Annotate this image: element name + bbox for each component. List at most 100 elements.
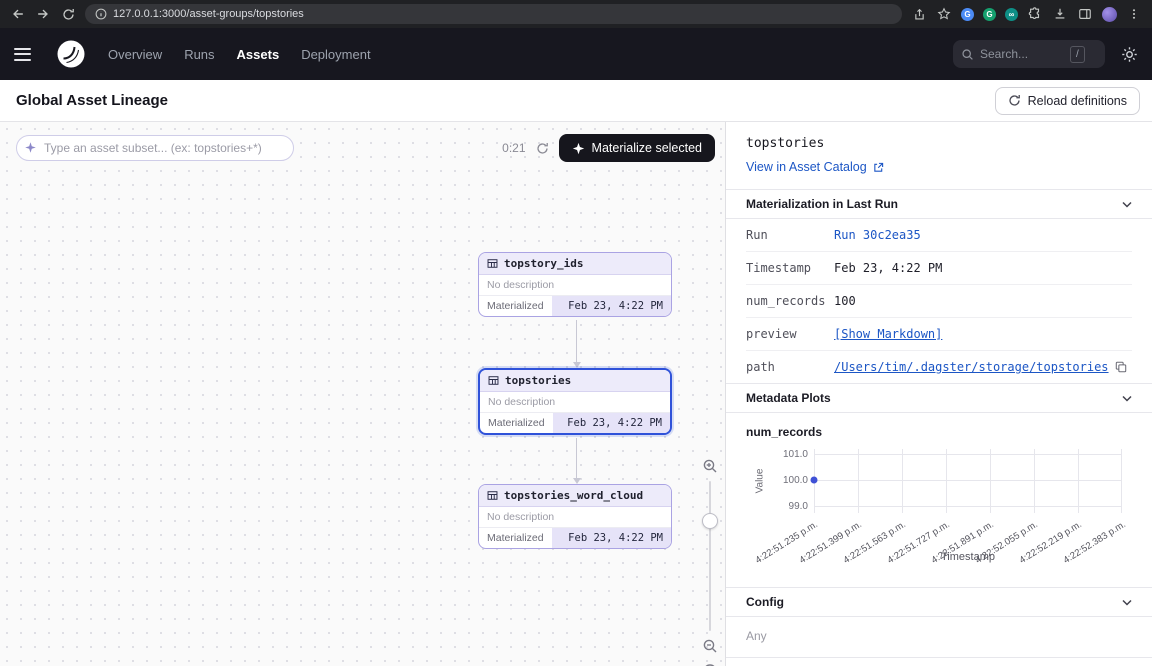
- zoom-in-icon[interactable]: [702, 458, 718, 474]
- site-info-icon[interactable]: [95, 8, 107, 20]
- asset-graph-canvas[interactable]: 0:21 Materialize selected topsto: [0, 122, 725, 666]
- bookmark-star-icon[interactable]: [936, 6, 952, 22]
- asset-node-topstories-word-cloud[interactable]: topstories_word_cloud No description Mat…: [478, 484, 672, 549]
- reload-definitions-button[interactable]: Reload definitions: [995, 87, 1140, 115]
- section-title: Metadata Plots: [746, 391, 831, 405]
- run-link[interactable]: Run 30c2ea35: [834, 228, 921, 242]
- asset-subset-input[interactable]: [16, 135, 294, 161]
- materialized-label: Materialized: [479, 296, 552, 316]
- asset-description: No description: [479, 507, 671, 527]
- data-point[interactable]: [811, 477, 818, 484]
- nav-item-overview[interactable]: Overview: [108, 47, 162, 62]
- edge-arrow: [572, 438, 581, 484]
- address-bar[interactable]: 127.0.0.1:3000/asset-groups/topstories: [85, 4, 902, 24]
- y-tick-label: 101.0: [764, 449, 808, 460]
- metadata-key: num_records: [746, 294, 834, 308]
- hamburger-menu-icon[interactable]: [14, 41, 40, 67]
- y-tick-label: 99.0: [764, 501, 808, 512]
- asset-name: topstories: [505, 374, 571, 387]
- materialize-star-icon: [572, 142, 585, 155]
- view-in-asset-catalog-link[interactable]: View in Asset Catalog: [746, 160, 884, 174]
- settings-gear-icon[interactable]: [1121, 46, 1138, 63]
- table-row: num_records 100: [746, 285, 1132, 318]
- asset-name: topstory_ids: [504, 257, 583, 270]
- table-row: Run Run 30c2ea35: [746, 219, 1132, 252]
- page-title: Global Asset Lineage: [16, 92, 168, 109]
- metadata-key: path: [746, 360, 834, 374]
- dagster-logo[interactable]: [56, 39, 86, 69]
- asset-node-header: topstories_word_cloud: [479, 485, 671, 507]
- materialize-selected-button[interactable]: Materialize selected: [559, 134, 715, 162]
- browser-chrome: 127.0.0.1:3000/asset-groups/topstories G…: [0, 0, 1152, 28]
- nav-item-assets[interactable]: Assets: [237, 47, 280, 62]
- table-icon: [487, 490, 498, 501]
- materialized-timestamp: Feb 23, 4:22 PM: [552, 528, 671, 548]
- download-icon[interactable]: [1052, 6, 1068, 22]
- materialized-label: Materialized: [479, 528, 552, 548]
- nav-item-deployment[interactable]: Deployment: [301, 47, 370, 62]
- plot-title: num_records: [746, 425, 1132, 439]
- extension-icon-1[interactable]: G: [961, 8, 974, 21]
- page-title-bar: Global Asset Lineage Reload definitions: [0, 80, 1152, 122]
- materialize-selected-label: Materialize selected: [592, 141, 702, 155]
- section-title: Config: [746, 595, 784, 609]
- num-records-chart: Value 101.0 100.0 99.0: [746, 443, 1132, 571]
- catalog-link-label: View in Asset Catalog: [746, 160, 867, 174]
- global-search[interactable]: /: [953, 40, 1105, 68]
- section-type[interactable]: Type: [726, 657, 1152, 666]
- asset-subset-filter: [16, 135, 294, 161]
- copy-icon[interactable]: [1115, 361, 1127, 373]
- path-link[interactable]: /Users/tim/.dagster/storage/topstories: [834, 360, 1109, 374]
- table-row: path /Users/tim/.dagster/storage/topstor…: [746, 351, 1132, 384]
- chevron-down-icon: [1122, 201, 1132, 208]
- main-nav: Overview Runs Assets Deployment: [108, 47, 371, 62]
- metadata-key: Run: [746, 228, 834, 242]
- metadata-value: Feb 23, 4:22 PM: [834, 261, 942, 275]
- asset-node-topstories[interactable]: topstories No description Materialized F…: [478, 368, 672, 435]
- screen: 127.0.0.1:3000/asset-groups/topstories G…: [0, 0, 1152, 666]
- asset-node-footer: Materialized Feb 23, 4:22 PM: [479, 527, 671, 548]
- materialized-timestamp: Feb 23, 4:22 PM: [552, 296, 671, 316]
- metadata-table: Run Run 30c2ea35 Timestamp Feb 23, 4:22 …: [746, 219, 1132, 384]
- y-tick-label: 100.0: [764, 475, 808, 486]
- plot-area: [814, 449, 1122, 513]
- config-value: Any: [746, 617, 1132, 657]
- edge-arrow: [572, 320, 581, 368]
- browser-menu-icon[interactable]: [1126, 6, 1142, 22]
- asset-node-topstory-ids[interactable]: topstory_ids No description Materialized…: [478, 252, 672, 317]
- back-icon[interactable]: [10, 6, 26, 22]
- browser-profile-avatar[interactable]: [1102, 7, 1117, 22]
- table-row: Timestamp Feb 23, 4:22 PM: [746, 252, 1132, 285]
- asset-description: No description: [479, 275, 671, 295]
- content: 0:21 Materialize selected topsto: [0, 122, 1152, 666]
- chevron-down-icon: [1122, 599, 1132, 606]
- zoom-slider[interactable]: [699, 481, 721, 631]
- zoom-slider-handle[interactable]: [702, 513, 718, 529]
- graph-toolbar: 0:21 Materialize selected: [16, 134, 715, 162]
- reload-definitions-icon: [1008, 94, 1021, 107]
- extension-icon-3[interactable]: ∞: [1005, 8, 1018, 21]
- table-row: preview [Show Markdown]: [746, 318, 1132, 351]
- section-title: Materialization in Last Run: [746, 197, 898, 211]
- reload-definitions-label: Reload definitions: [1028, 94, 1127, 108]
- graph-filter-icon: [24, 141, 37, 159]
- extensions-puzzle-icon[interactable]: [1027, 6, 1043, 22]
- section-materialization-in-last-run[interactable]: Materialization in Last Run: [726, 189, 1152, 219]
- search-icon: [961, 48, 974, 61]
- asset-name: topstories_word_cloud: [504, 489, 643, 502]
- extension-icon-2[interactable]: G: [983, 8, 996, 21]
- section-config[interactable]: Config: [726, 587, 1152, 617]
- search-input[interactable]: [980, 47, 1064, 61]
- graph-refresh-icon[interactable]: [536, 142, 549, 155]
- forward-icon[interactable]: [35, 6, 51, 22]
- show-markdown-link[interactable]: [Show Markdown]: [834, 327, 942, 341]
- reload-icon[interactable]: [60, 6, 76, 22]
- zoom-slider-track: [709, 481, 711, 631]
- zoom-out-icon[interactable]: [702, 638, 718, 654]
- refresh-timer: 0:21: [502, 141, 525, 155]
- side-panel-icon[interactable]: [1077, 6, 1093, 22]
- nav-item-runs[interactable]: Runs: [184, 47, 214, 62]
- chevron-down-icon: [1122, 395, 1132, 402]
- section-metadata-plots[interactable]: Metadata Plots: [726, 383, 1152, 413]
- share-icon[interactable]: [911, 6, 927, 22]
